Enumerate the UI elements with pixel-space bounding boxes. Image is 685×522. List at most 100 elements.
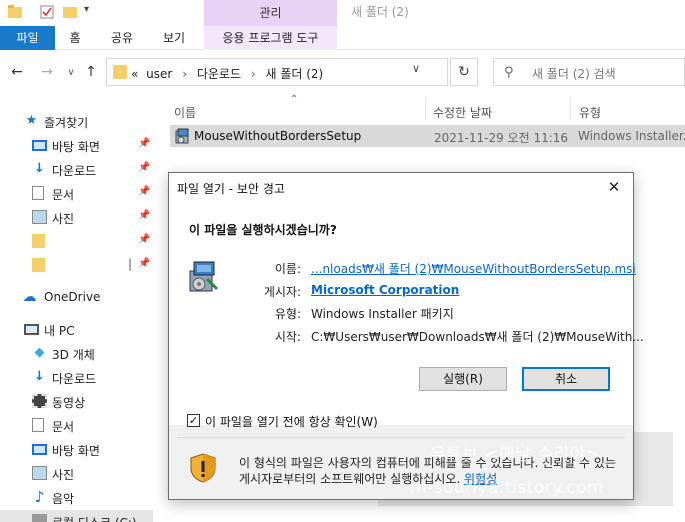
pin-icon[interactable]: 📌 — [138, 162, 150, 173]
sidebar-item-onedrive[interactable]: ☁ OneDrive — [0, 286, 153, 310]
back-arrow-icon[interactable]: ← — [8, 64, 26, 80]
cursor-caret: | — [128, 257, 133, 271]
pin-icon[interactable]: 📌 — [138, 186, 150, 197]
breadcrumb-current[interactable]: 새 폴더 (2) — [265, 67, 323, 81]
sidebar-item-pictures-pc[interactable]: 사진 — [0, 462, 153, 486]
tab-file[interactable]: 파일 — [0, 26, 55, 50]
dialog-question: 이 파일을 실행하시겠습니까? — [189, 223, 337, 237]
sidebar-item-desktop[interactable]: 바탕 화면 📌 — [0, 134, 153, 158]
navigation-pane: ★ 즐겨찾기 바탕 화면 📌 ↓ 다운로드 📌 문서 📌 사진 📌 📌 | 📌 … — [0, 100, 153, 522]
document-icon — [32, 186, 44, 200]
video-icon — [32, 394, 47, 408]
watermark-url: m-sooriya.tistory.com — [410, 478, 605, 498]
name-value-link[interactable]: ...nloads₩새 폴더 (2)₩MouseWithoutBordersSe… — [311, 260, 636, 277]
warning-shield-icon — [190, 453, 216, 483]
drive-icon — [32, 514, 47, 522]
address-bar[interactable]: « user › 다운로드 › 새 폴더 (2) — [106, 58, 448, 86]
quick-access-toolbar: ▾ 관리 새 폴더 (2) — [0, 0, 685, 26]
properties-icon[interactable] — [40, 5, 54, 19]
watermark-text: 유튜브 <매날 수리야> — [430, 445, 601, 465]
refresh-button[interactable]: ↻ — [450, 58, 478, 86]
sidebar-item-pictures[interactable]: 사진 📌 — [0, 206, 153, 230]
sidebar-item-documents[interactable]: 문서 📌 — [0, 182, 153, 206]
installer-package-icon — [175, 128, 189, 144]
qat-dropdown-icon[interactable]: ▾ — [84, 4, 89, 15]
sidebar-item-folder[interactable]: 📌 — [0, 230, 153, 254]
context-tab-manage[interactable]: 관리 — [204, 0, 337, 26]
ribbon-tabs: 파일 홈 공유 보기 응용 프로그램 도구 — [0, 26, 685, 50]
folder-icon[interactable] — [8, 5, 22, 19]
forward-arrow-icon[interactable]: → — [38, 64, 56, 80]
sort-ascending-icon: ⌃ — [290, 94, 299, 105]
breadcrumb-overflow[interactable]: « — [131, 67, 138, 81]
column-header-name[interactable]: 이름 — [174, 104, 196, 121]
sidebar-item-3d-objects[interactable]: ◆ 3D 개체 — [0, 342, 153, 366]
type-label: 유형: — [274, 307, 301, 321]
tab-view[interactable]: 보기 — [156, 26, 192, 50]
sidebar-item-downloads-pc[interactable]: ↓ 다운로드 — [0, 366, 153, 390]
divider — [177, 437, 625, 438]
window-title: 새 폴더 (2) — [351, 5, 409, 19]
dialog-titlebar[interactable]: 파일 열기 - 보안 경고 ✕ — [169, 173, 633, 201]
sidebar-item-desktop-pc[interactable]: 바탕 화면 — [0, 438, 153, 462]
new-folder-icon[interactable] — [63, 5, 77, 19]
close-icon[interactable]: ✕ — [601, 176, 627, 198]
pictures-icon — [32, 210, 47, 224]
search-input[interactable]: 새 폴더 (2) 검색 — [532, 65, 616, 82]
column-header-modified[interactable]: 수정한 날짜 — [433, 104, 492, 121]
column-separator[interactable] — [425, 98, 426, 120]
folder-icon — [32, 258, 45, 272]
always-ask-checkbox[interactable]: ✓ — [187, 414, 200, 427]
always-ask-label[interactable]: 이 파일을 열기 전에 항상 확인(W) — [205, 413, 378, 430]
sidebar-item-music[interactable]: ♪ 음악 — [0, 486, 153, 510]
file-modified: 2021-11-29 오전 11:16 — [434, 131, 569, 145]
sidebar-item-folder[interactable]: | 📌 — [0, 254, 153, 278]
tab-share[interactable]: 공유 — [104, 26, 140, 50]
publisher-label: 게시자: — [263, 285, 301, 299]
pin-icon[interactable]: 📌 — [138, 234, 150, 245]
search-box[interactable]: ⚲ 새 폴더 (2) 검색 — [493, 58, 685, 86]
sidebar-item-videos[interactable]: 동영상 — [0, 390, 153, 414]
type-value: Windows Installer 패키지 — [311, 307, 454, 321]
desktop-icon — [32, 444, 47, 455]
column-separator[interactable] — [570, 98, 571, 120]
document-icon — [32, 418, 44, 432]
publisher-link[interactable]: Microsoft Corporation — [311, 283, 459, 297]
breadcrumb-user[interactable]: user — [146, 67, 172, 81]
file-name: MouseWithoutBordersSetup — [194, 129, 362, 143]
folder-icon — [113, 65, 127, 79]
dialog-title: 파일 열기 - 보안 경고 — [177, 182, 285, 196]
search-icon: ⚲ — [504, 65, 514, 80]
folder-icon — [32, 234, 45, 248]
desktop-icon — [32, 140, 47, 151]
chevron-right-icon[interactable]: › — [251, 67, 256, 81]
column-header-type[interactable]: 유형 — [579, 104, 601, 121]
from-value: C:₩Users₩user₩Downloads₩새 폴더 (2)₩MouseWi… — [311, 330, 644, 344]
table-row[interactable]: MouseWithoutBordersSetup 2021-11-29 오전 1… — [170, 125, 685, 147]
breadcrumb-downloads[interactable]: 다운로드 — [197, 67, 241, 81]
recent-locations-icon[interactable]: ∨ — [62, 67, 80, 78]
cancel-button[interactable]: 취소 — [522, 367, 610, 391]
file-type: Windows Installer... — [578, 129, 685, 143]
up-arrow-icon[interactable]: ↑ — [82, 64, 100, 80]
pin-icon[interactable]: 📌 — [138, 138, 150, 149]
pin-icon[interactable]: 📌 — [138, 258, 150, 269]
pin-icon[interactable]: 📌 — [138, 210, 150, 221]
name-label: 이름: — [274, 262, 301, 276]
tab-home[interactable]: 홈 — [60, 26, 90, 50]
chevron-down-icon[interactable]: ∨ — [412, 62, 420, 75]
refresh-icon: ↻ — [458, 64, 470, 80]
sidebar-item-local-disk[interactable]: 로컬 디스크 (C:) — [0, 510, 153, 522]
pictures-icon — [32, 466, 47, 480]
installer-package-icon — [189, 261, 219, 292]
download-icon: ↓ — [34, 369, 45, 384]
from-label: 시작: — [274, 330, 301, 344]
sidebar-item-quick-access[interactable]: ★ 즐겨찾기 — [0, 110, 153, 134]
sidebar-item-this-pc[interactable]: 내 PC — [0, 318, 153, 342]
breadcrumb: « user › 다운로드 › 새 폴더 (2) — [131, 65, 323, 82]
tab-application-tools[interactable]: 응용 프로그램 도구 — [204, 26, 337, 50]
sidebar-item-downloads[interactable]: ↓ 다운로드 📌 — [0, 158, 153, 182]
run-button[interactable]: 실행(R) — [419, 367, 507, 391]
chevron-right-icon[interactable]: › — [182, 67, 187, 81]
sidebar-item-documents-pc[interactable]: 문서 — [0, 414, 153, 438]
